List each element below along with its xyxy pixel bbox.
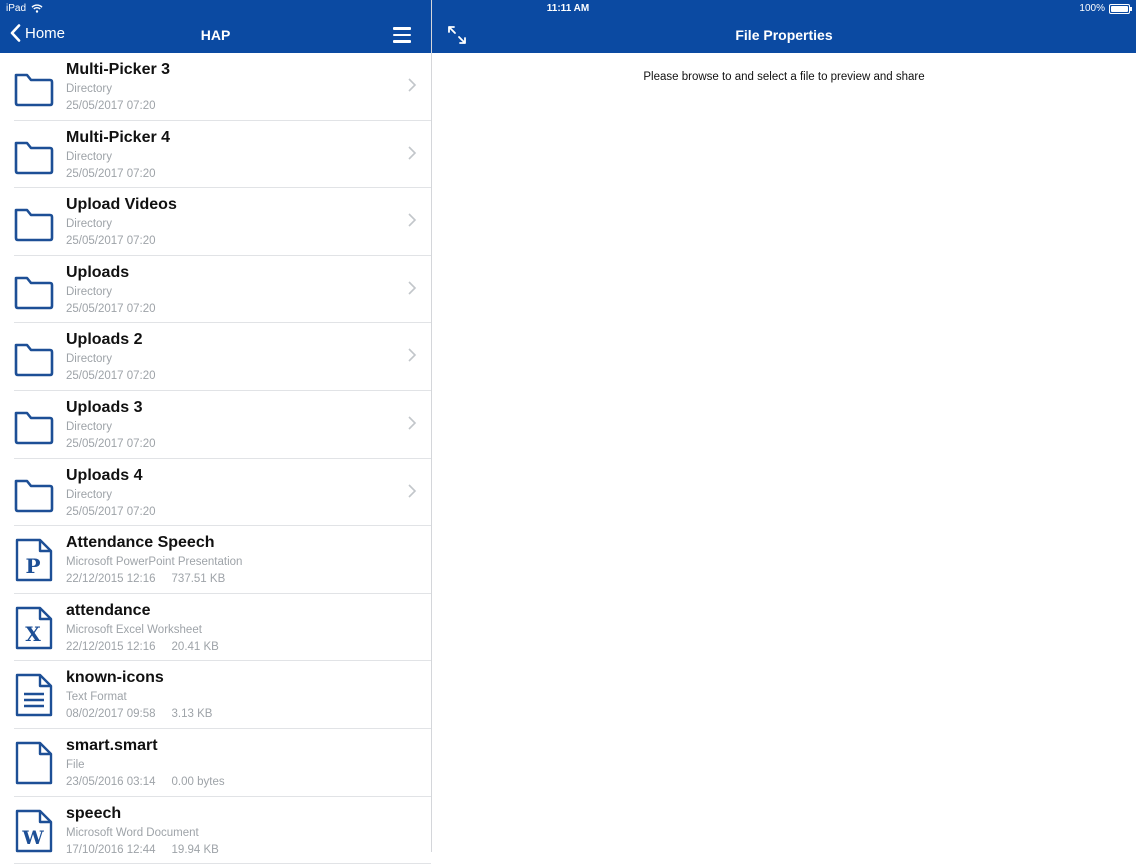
folder-icon xyxy=(14,208,54,242)
file-type: Microsoft PowerPoint Presentation xyxy=(66,556,243,569)
file-name: Uploads 2 xyxy=(66,331,143,349)
file-date: 25/05/2017 07:20 xyxy=(66,100,156,112)
file-type: Microsoft Word Document xyxy=(66,826,199,839)
file-date: 17/10/2016 12:44 xyxy=(66,843,156,856)
file-type: File xyxy=(66,758,85,771)
file-name: Multi-Picker 3 xyxy=(66,61,171,78)
list-item[interactable]: Uploads 4 Directory 25/05/2017 07:20 xyxy=(14,459,431,527)
folder-icon xyxy=(14,141,54,174)
detail-title: File Properties xyxy=(735,27,833,43)
folder-icon xyxy=(14,73,54,107)
file-type: Directory xyxy=(66,420,113,433)
file-type: Text Format xyxy=(66,691,127,704)
file-date: 08/02/2017 09:58 xyxy=(66,708,156,721)
chevron-right-icon xyxy=(408,146,417,160)
file-date: 25/05/2017 07:20 xyxy=(66,437,156,450)
file-type: Directory xyxy=(66,150,113,163)
status-time: 11:11 AM xyxy=(546,3,590,14)
list-item[interactable]: Multi-Picker 3 Directory 25/05/2017 07:2… xyxy=(14,53,431,121)
excel-file-icon: X xyxy=(15,606,53,649)
list-item[interactable]: W speech Microsoft Word Document 17/10/2… xyxy=(14,797,431,864)
menu-button[interactable] xyxy=(393,27,411,43)
file-size: 737.51 KB xyxy=(171,573,226,586)
list-item[interactable]: smart.smart File 23/05/2016 03:14 0.00 by… xyxy=(14,729,431,797)
list-item[interactable]: X attendance Microsoft Excel Worksheet 2… xyxy=(14,594,431,662)
file-type: Directory xyxy=(66,218,113,231)
chevron-right-icon xyxy=(408,78,417,92)
preview-message: Please browse to and select a file to pr… xyxy=(643,71,925,83)
file-type: Microsoft Excel Worksheet xyxy=(66,623,202,636)
folder-icon xyxy=(14,411,54,445)
word-file-icon: W xyxy=(15,809,53,852)
split-divider xyxy=(431,0,432,852)
chevron-right-icon xyxy=(408,281,417,295)
file-name: Uploads 4 xyxy=(66,466,143,484)
file-size: 3.13 KB xyxy=(171,708,213,721)
chevron-right-icon xyxy=(408,483,417,498)
file-list: Multi-Picker 3 Directory 25/05/2017 07:2… xyxy=(0,53,431,864)
battery-percent: 100% xyxy=(1079,3,1105,14)
list-item[interactable]: Upload Videos Directory 25/05/2017 07:20 xyxy=(14,188,431,256)
file-type: Directory xyxy=(66,353,113,366)
powerpoint-file-icon: P xyxy=(15,538,53,582)
list-item[interactable]: Uploads Directory 25/05/2017 07:20 xyxy=(14,256,431,324)
file-type: Directory xyxy=(66,285,113,298)
chevron-right-icon xyxy=(408,416,417,430)
list-item[interactable]: known-icons Text Format 08/02/2017 09:58… xyxy=(14,661,431,729)
file-date: 22/12/2015 12:16 xyxy=(66,573,156,586)
status-bar: iPad 11:11 AM 100% xyxy=(0,0,1136,18)
file-name: smart.smart xyxy=(66,736,158,754)
file-name: Upload Videos xyxy=(66,196,177,214)
file-date: 25/05/2017 07:20 xyxy=(66,505,156,518)
file-size: 20.41 KB xyxy=(171,640,219,653)
file-date: 23/05/2016 03:14 xyxy=(66,775,156,788)
file-name: Uploads 3 xyxy=(66,398,143,416)
battery-icon xyxy=(1109,3,1132,14)
file-name: known-icons xyxy=(66,669,164,687)
file-date: 25/05/2017 07:20 xyxy=(66,235,156,248)
list-item[interactable]: Multi-Picker 4 Directory 25/05/2017 07:2… xyxy=(14,121,431,189)
blank-file-icon xyxy=(15,741,53,785)
master-title: HAP xyxy=(200,27,231,43)
file-type: Directory xyxy=(66,83,113,95)
folder-icon xyxy=(14,344,54,377)
chevron-right-icon xyxy=(408,348,417,362)
chevron-right-icon xyxy=(408,213,417,227)
file-name: attendance xyxy=(66,601,151,619)
list-item[interactable]: Uploads 2 Directory 25/05/2017 07:20 xyxy=(14,323,431,391)
file-name: Uploads xyxy=(66,263,130,281)
list-item[interactable]: Uploads 3 Directory 25/05/2017 07:20 xyxy=(14,391,431,459)
svg-text:P: P xyxy=(25,554,40,578)
text-file-icon xyxy=(15,674,53,717)
navigation-bar: iPad 11:11 AM 100% Home HAP File Propert… xyxy=(0,0,1136,53)
file-type: Directory xyxy=(66,488,113,501)
svg-text:W: W xyxy=(21,827,44,849)
file-date: 22/12/2015 12:16 xyxy=(66,640,156,653)
file-date: 25/05/2017 07:20 xyxy=(66,302,156,315)
folder-icon xyxy=(14,479,54,512)
file-size: 0.00 bytes xyxy=(171,775,225,788)
svg-text:X: X xyxy=(25,622,41,646)
file-date: 25/05/2017 07:20 xyxy=(66,167,156,180)
file-date: 25/05/2017 07:20 xyxy=(66,370,156,383)
folder-icon xyxy=(14,276,54,310)
file-name: Attendance Speech xyxy=(66,534,215,552)
list-item[interactable]: P Attendance Speech Microsoft PowerPoint… xyxy=(14,526,431,594)
file-name: speech xyxy=(66,804,122,822)
file-size: 19.94 KB xyxy=(171,843,219,856)
file-name: Multi-Picker 4 xyxy=(66,128,171,146)
